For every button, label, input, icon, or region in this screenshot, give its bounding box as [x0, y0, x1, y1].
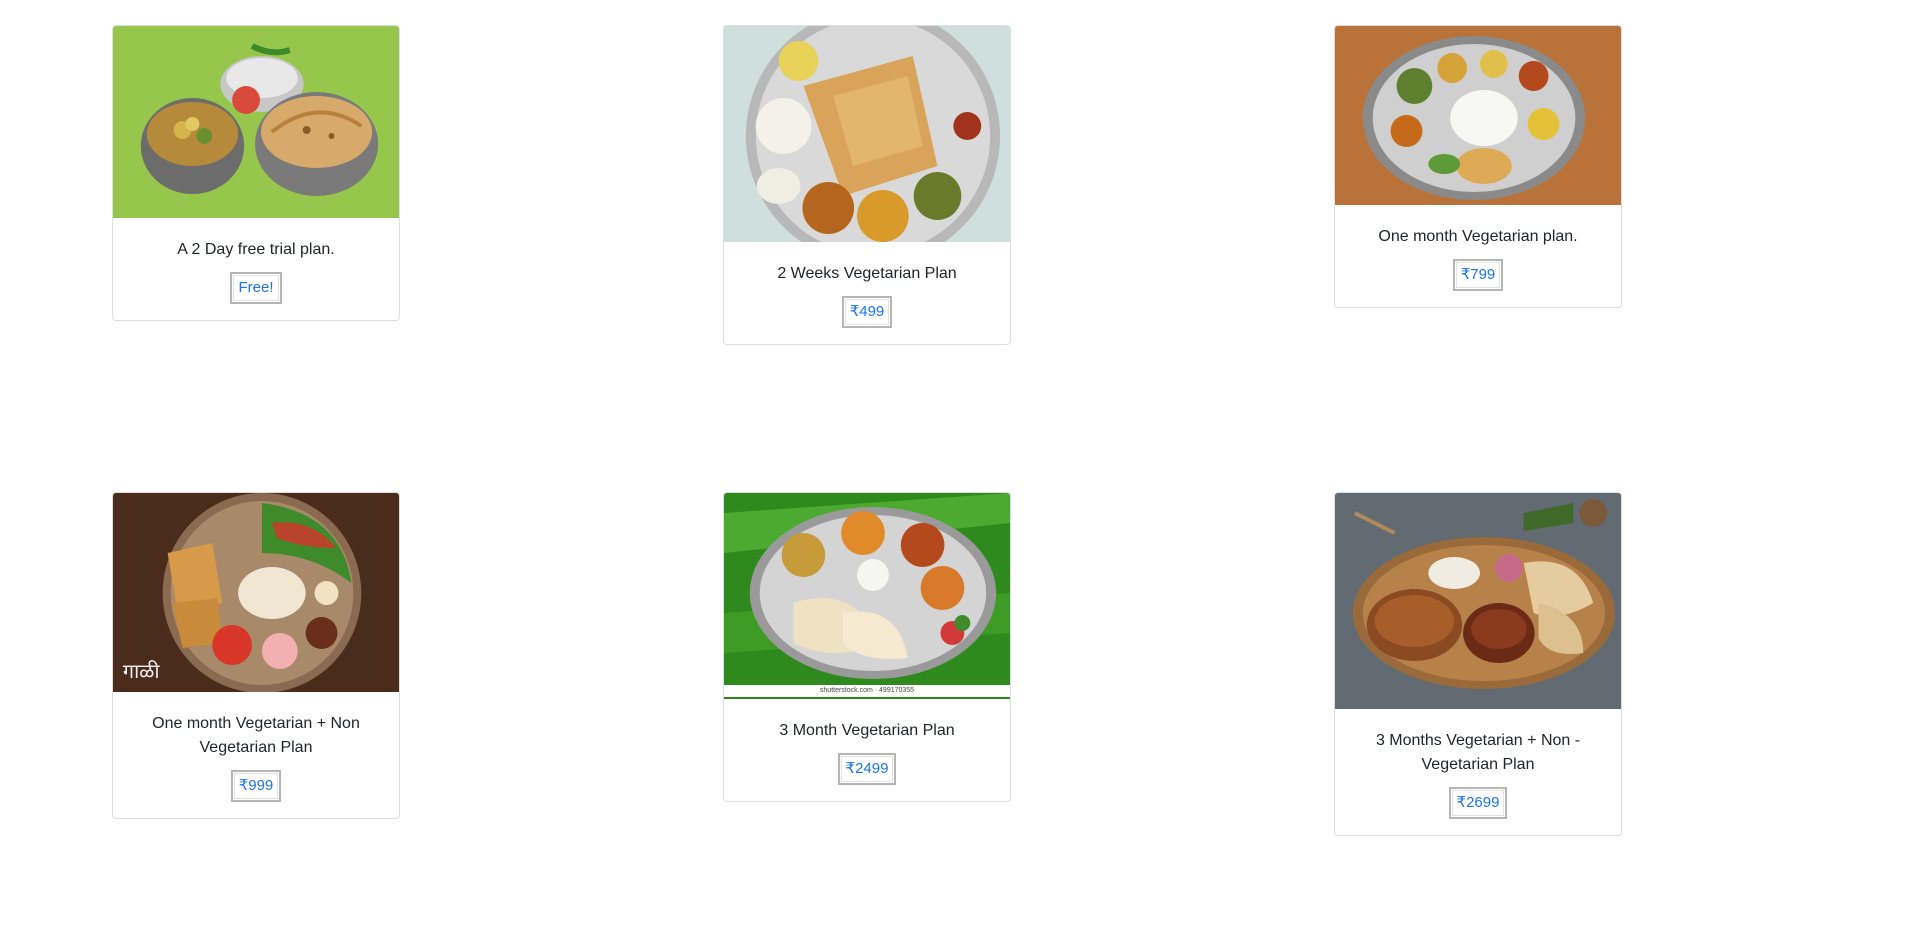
- plan-card: A 2 Day free trial plan. Free!: [112, 25, 400, 321]
- plan-price-button[interactable]: ₹799: [1452, 259, 1504, 291]
- plan-title: A 2 Day free trial plan.: [177, 241, 335, 258]
- plan-card: गाळी One month Vegetarian + Non Vegetari…: [112, 492, 400, 819]
- plan-price-button[interactable]: ₹999: [230, 770, 282, 802]
- plan-title: 3 Month Vegetarian Plan: [779, 722, 955, 739]
- veg-thali-image: [1335, 26, 1621, 205]
- plan-card: shutterstock.com · 499170355 3 Month Veg…: [723, 492, 1011, 802]
- plan-price-button[interactable]: ₹499: [841, 296, 893, 328]
- paratha-thali-image: [724, 26, 1010, 242]
- plan-card: One month Vegetarian plan. ₹799: [1334, 25, 1622, 308]
- image-watermark: shutterstock.com · 499170355: [724, 685, 1010, 697]
- plan-title: 3 Months Vegetarian + Non - Vegetarian P…: [1375, 732, 1581, 773]
- plan-price-button[interactable]: ₹2699: [1448, 787, 1508, 819]
- fish-thali-image: गाळी: [113, 493, 399, 692]
- plan-title: 2 Weeks Vegetarian Plan: [777, 265, 957, 282]
- plan-card: 3 Months Vegetarian + Non - Vegetarian P…: [1334, 492, 1622, 836]
- plan-card: 2 Weeks Vegetarian Plan ₹499: [723, 25, 1011, 345]
- nonveg-thali-image: [1335, 493, 1621, 709]
- plan-title: One month Vegetarian + Non Vegetarian Pl…: [152, 715, 360, 756]
- food-tiffin-image: [113, 26, 399, 218]
- plan-price-button[interactable]: ₹2499: [837, 753, 897, 785]
- plan-title: One month Vegetarian plan.: [1378, 228, 1578, 245]
- plans-page: A 2 Day free trial plan. Free! 2 Weeks V…: [0, 0, 1920, 929]
- plan-price-button[interactable]: Free!: [230, 272, 282, 304]
- svg-text:गाळी: गाळी: [123, 660, 160, 683]
- banana-leaf-thali-image: shutterstock.com · 499170355: [724, 493, 1010, 699]
